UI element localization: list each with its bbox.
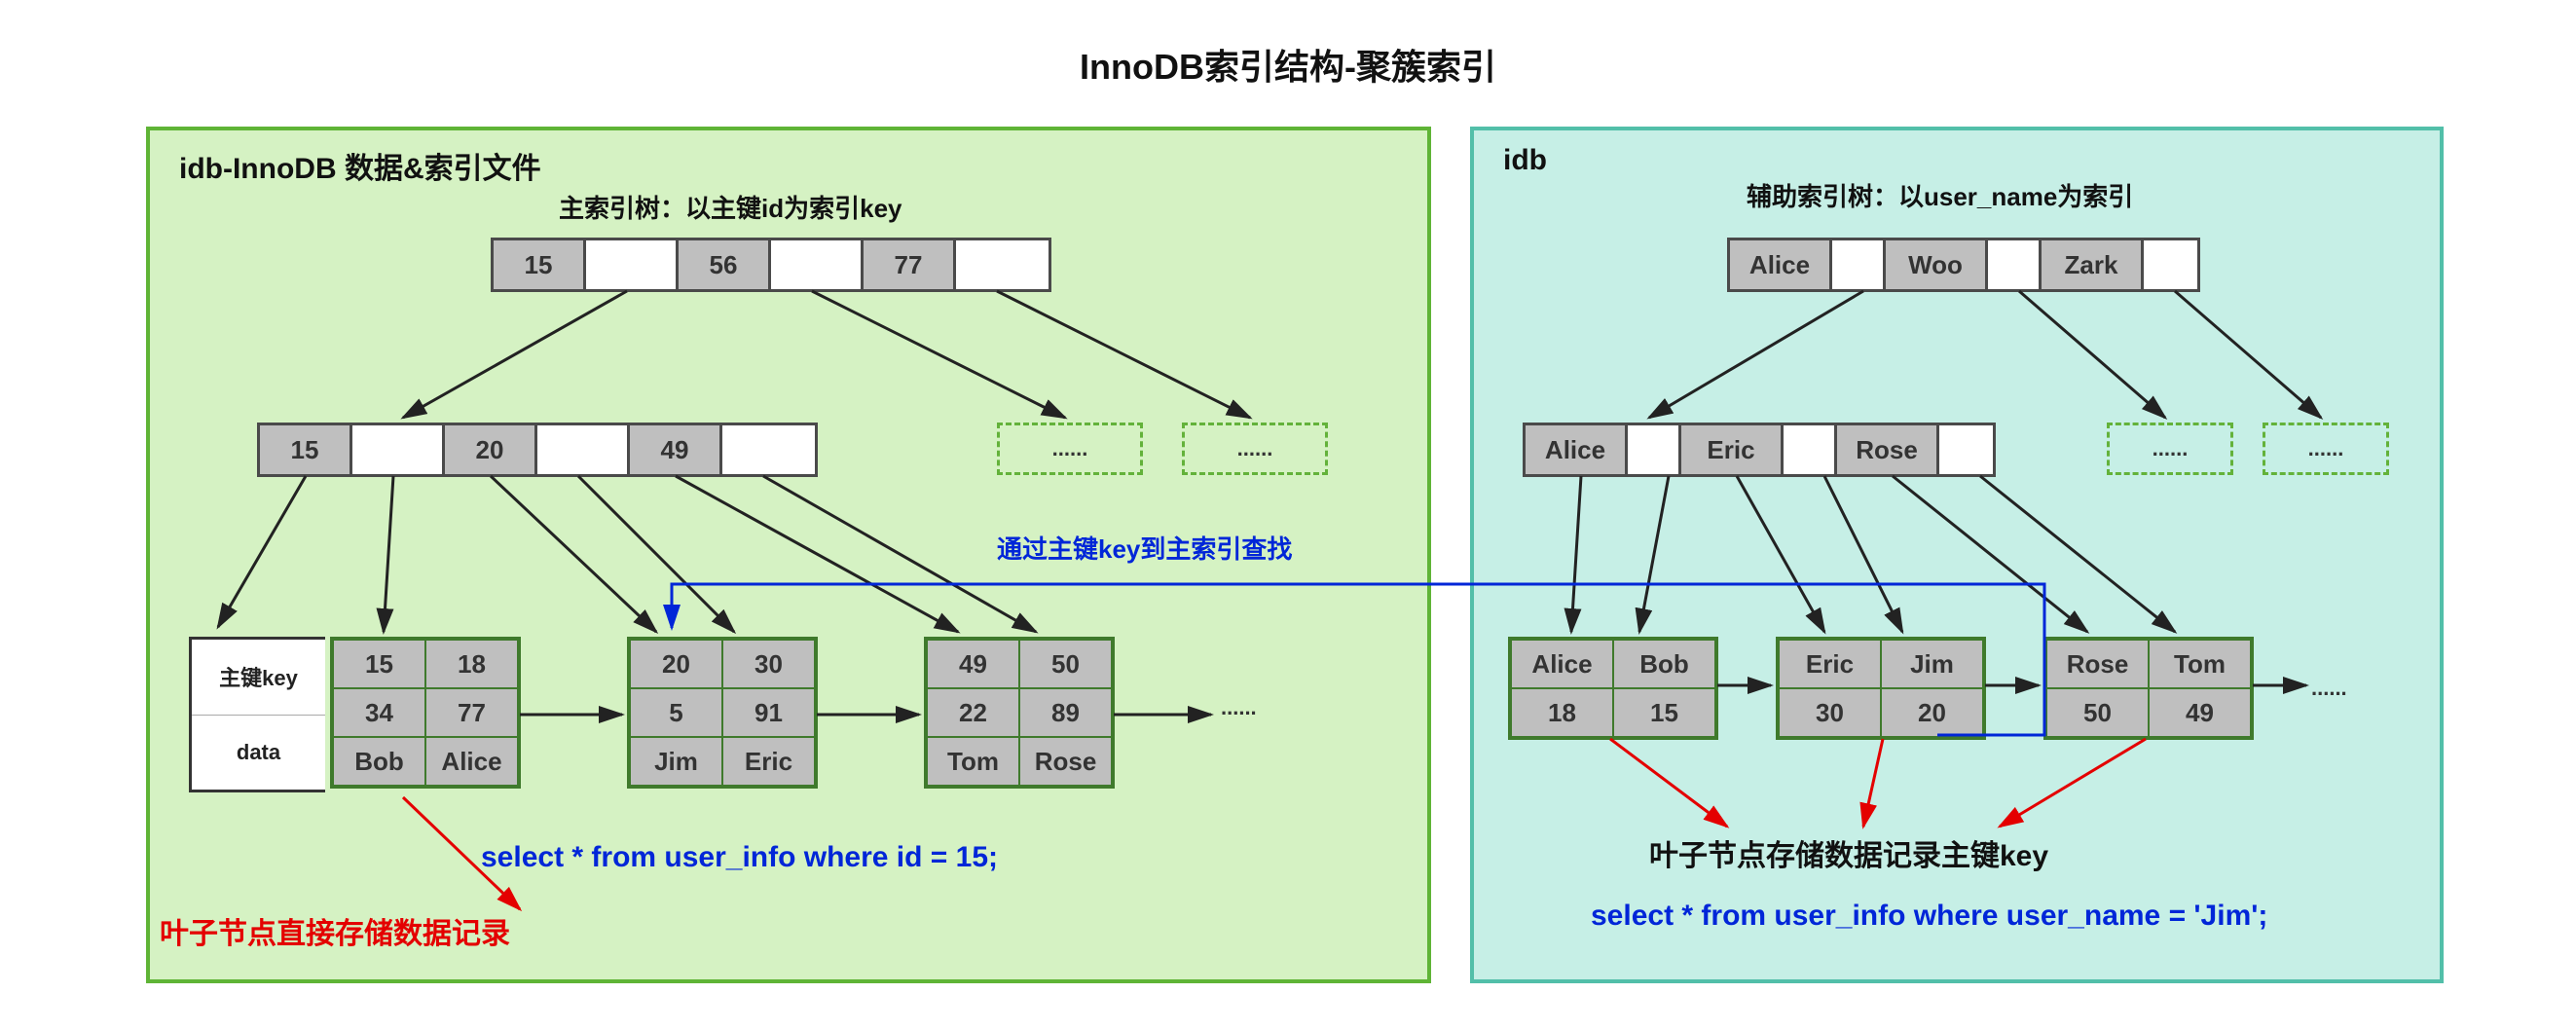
ghost-node-r1: ...... [2107, 423, 2233, 475]
leaf-ellipsis-right: ...... [2311, 676, 2347, 701]
panel-left-subtitle: 主索引树：以主键id为索引key [559, 189, 902, 225]
ghost-node-1: ...... [997, 423, 1143, 475]
diagram-title: InnoDB索引结构-聚簇索引 [0, 39, 2576, 90]
note-leaf-right: 叶子节点存储数据记录主键key [1649, 831, 2048, 874]
sql-left: select * from user_info where id = 15; [481, 841, 998, 874]
note-lookup-path: 通过主键key到主索引查找 [997, 530, 1347, 566]
leaf-block-3-right: Rose Tom 50 49 [2043, 637, 2254, 740]
leaf-block-2-left: 20 30 5 91 Jim Eric [627, 637, 818, 789]
panel-right-title: idb [1503, 144, 1547, 177]
btree-mid-left: 15 20 49 [257, 423, 818, 477]
leaf-block-1-right: Alice Bob 18 15 [1508, 637, 1718, 740]
btree-root-left: 15 56 77 [491, 238, 1051, 292]
leaf-block-2-right: Eric Jim 30 20 [1776, 637, 1986, 740]
leaf-ellipsis-left: ...... [1221, 695, 1257, 720]
leaf-block-3-left: 49 50 22 89 Tom Rose [924, 637, 1115, 789]
panel-primary-index: idb-InnoDB 数据&索引文件 主索引树：以主键id为索引key 15 5… [146, 127, 1431, 983]
ghost-node-r2: ...... [2263, 423, 2389, 475]
ghost-node-2: ...... [1182, 423, 1328, 475]
note-leaf-left: 叶子节点直接存储数据记录 [160, 909, 510, 952]
panel-right-subtitle: 辅助索引树：以user_name为索引 [1747, 177, 2133, 213]
leaf-block-1-left: 15 18 34 77 Bob Alice [330, 637, 521, 789]
btree-mid-right: Alice Eric Rose [1523, 423, 1996, 477]
panel-secondary-index: idb 辅助索引树：以user_name为索引 Alice Woo Zark A… [1470, 127, 2444, 983]
leaf-label-box: 主键key data [189, 637, 325, 792]
panel-left-title: idb-InnoDB 数据&索引文件 [179, 144, 541, 187]
sql-right: select * from user_info where user_name … [1591, 900, 2267, 933]
btree-root-right: Alice Woo Zark [1727, 238, 2200, 292]
